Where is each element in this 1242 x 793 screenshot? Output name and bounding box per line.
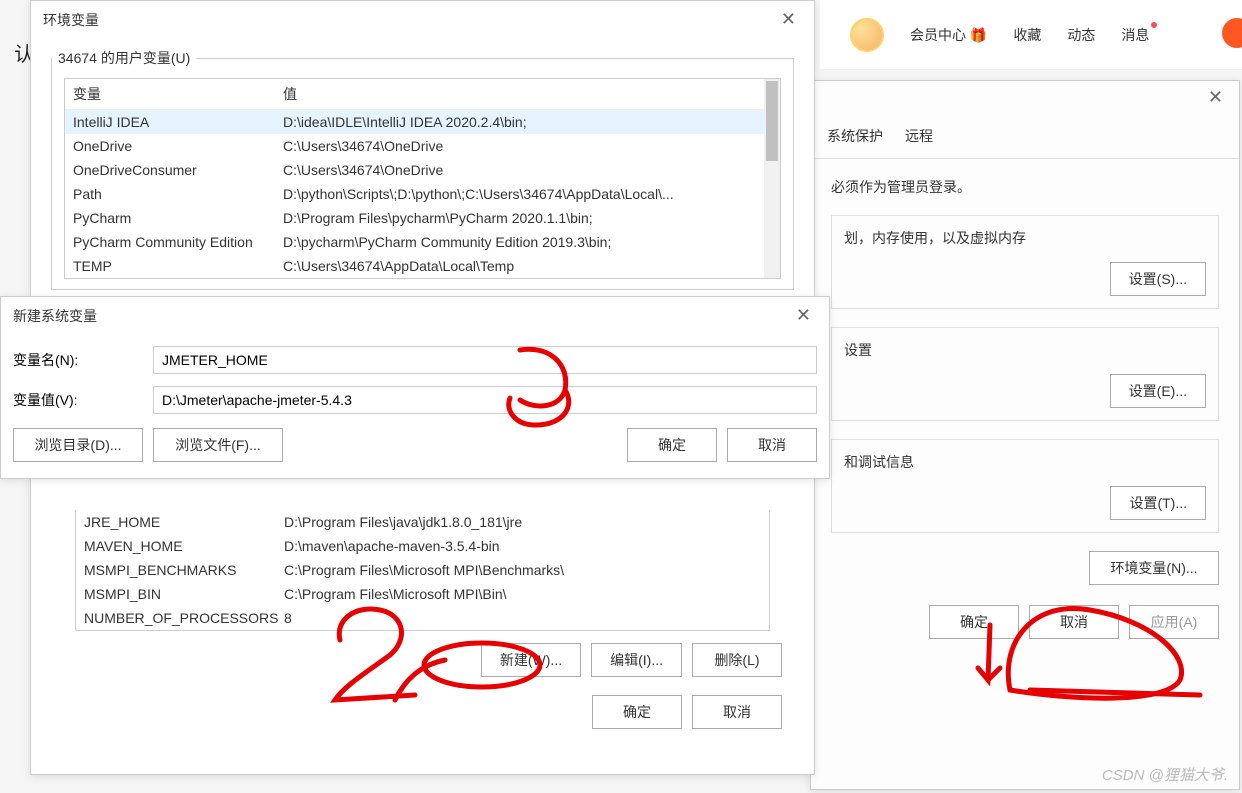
- cell-var: OneDrive: [65, 136, 275, 156]
- cell-val: D:\idea\IDLE\IntelliJ IDEA 2020.2.4\bin;: [275, 112, 780, 132]
- col-value[interactable]: 值: [275, 79, 780, 109]
- cell-val: D:\python\Scripts\;D:\python\;C:\Users\3…: [275, 184, 780, 204]
- edit-system-var-button[interactable]: 编辑(I)...: [591, 643, 682, 677]
- sysprop-cancel-button[interactable]: 取消: [1029, 605, 1119, 639]
- delete-system-var-button[interactable]: 删除(L): [692, 643, 782, 677]
- close-icon[interactable]: ✕: [775, 9, 802, 30]
- settings-s-button[interactable]: 设置(S)...: [1110, 262, 1206, 296]
- close-icon[interactable]: ✕: [790, 305, 817, 326]
- sysprop-apply-button[interactable]: 应用(A): [1129, 605, 1219, 639]
- cell-val: C:\Users\34674\OneDrive: [275, 136, 780, 156]
- cell-var: Path: [65, 184, 275, 204]
- close-icon[interactable]: ✕: [1202, 87, 1229, 108]
- cell-var: TEMP: [65, 256, 275, 276]
- cell-var: MSMPI_BENCHMARKS: [76, 560, 276, 580]
- tab-system-protect[interactable]: 系统保护: [825, 122, 885, 150]
- tab-remote[interactable]: 远程: [903, 122, 935, 150]
- browse-file-button[interactable]: 浏览文件(F)...: [153, 428, 283, 462]
- cell-val: D:\Program Files\pycharm\PyCharm 2020.1.…: [275, 208, 780, 228]
- sysprop-tabs: 系统保护 远程: [811, 114, 1239, 159]
- notification-badge[interactable]: [1222, 18, 1242, 48]
- newvar-title: 新建系统变量: [13, 306, 97, 326]
- table-row[interactable]: MSMPI_BENCHMARKSC:\Program Files\Microso…: [76, 558, 769, 582]
- cell-val: C:\Program Files\Microsoft MPI\Benchmark…: [276, 560, 769, 580]
- debug-note: 和调试信息: [844, 452, 1206, 472]
- user-variables-table[interactable]: 变量 值 IntelliJ IDEAD:\idea\IDLE\IntelliJ …: [64, 78, 781, 279]
- scroll-thumb[interactable]: [766, 81, 778, 161]
- settings-e-button[interactable]: 设置(E)...: [1110, 374, 1206, 408]
- cell-var: JRE_HOME: [76, 512, 276, 532]
- env-note: 设置: [844, 340, 1206, 360]
- cell-var: MSMPI_BIN: [76, 584, 276, 604]
- newvar-ok-button[interactable]: 确定: [627, 428, 717, 462]
- var-name-label: 变量名(N):: [13, 350, 133, 370]
- avatar[interactable]: [850, 18, 884, 52]
- env-ok-button[interactable]: 确定: [592, 695, 682, 729]
- cell-val: C:\Program Files\Microsoft MPI\Bin\: [276, 584, 769, 604]
- cell-val: D:\Program Files\java\jdk1.8.0_181\jre: [276, 512, 769, 532]
- cell-var: NUMBER_OF_PROCESSORS: [76, 608, 276, 628]
- cell-var: MAVEN_HOME: [76, 536, 276, 556]
- cell-val: C:\Users\34674\OneDrive: [275, 160, 780, 180]
- env-dialog-title: 环境变量: [43, 10, 99, 30]
- nav-activity[interactable]: 动态: [1067, 25, 1095, 45]
- perf-note: 划，内存使用，以及虚拟内存: [844, 228, 1206, 248]
- cell-var: OneDriveConsumer: [65, 160, 275, 180]
- user-variables-group: 34674 的用户变量(U) 变量 值 IntelliJ IDEAD:\idea…: [51, 48, 794, 290]
- cell-val: D:\maven\apache-maven-3.5.4-bin: [276, 536, 769, 556]
- new-system-variable-dialog: 新建系统变量 ✕ 变量名(N): 变量值(V): 浏览目录(D)... 浏览文件…: [0, 296, 830, 479]
- cell-var: IntelliJ IDEA: [65, 112, 275, 132]
- environment-variables-button[interactable]: 环境变量(N)...: [1089, 551, 1219, 585]
- table-row[interactable]: MSMPI_BINC:\Program Files\Microsoft MPI\…: [76, 582, 769, 606]
- gift-icon: 🎁: [970, 27, 987, 43]
- table-row[interactable]: OneDriveConsumerC:\Users\34674\OneDrive: [65, 158, 780, 182]
- nav-messages[interactable]: 消息: [1121, 25, 1149, 45]
- var-value-input[interactable]: [153, 386, 817, 414]
- system-variables-table[interactable]: JRE_HOMED:\Program Files\java\jdk1.8.0_1…: [75, 510, 770, 631]
- table-row[interactable]: JRE_HOMED:\Program Files\java\jdk1.8.0_1…: [76, 510, 769, 534]
- new-system-var-button[interactable]: 新建(W)...: [481, 643, 581, 677]
- cell-val: 8: [276, 608, 769, 628]
- var-name-input[interactable]: [153, 346, 817, 374]
- scrollbar[interactable]: [764, 79, 780, 278]
- user-variables-legend: 34674 的用户变量(U): [52, 48, 196, 68]
- table-row[interactable]: IntelliJ IDEAD:\idea\IDLE\IntelliJ IDEA …: [65, 110, 780, 134]
- cell-val: D:\pycharm\PyCharm Community Edition 201…: [275, 232, 780, 252]
- table-row[interactable]: PathD:\python\Scripts\;D:\python\;C:\Use…: [65, 182, 780, 206]
- var-value-label: 变量值(V):: [13, 390, 133, 410]
- table-row[interactable]: PyCharm Community EditionD:\pycharm\PyCh…: [65, 230, 780, 254]
- env-cancel-button[interactable]: 取消: [692, 695, 782, 729]
- cell-var: PyCharm: [65, 208, 275, 228]
- cell-val: C:\Users\34674\AppData\Local\Temp: [275, 256, 780, 276]
- newvar-cancel-button[interactable]: 取消: [727, 428, 817, 462]
- nav-favorites[interactable]: 收藏: [1013, 25, 1041, 45]
- col-variable[interactable]: 变量: [65, 79, 275, 109]
- settings-t-button[interactable]: 设置(T)...: [1110, 486, 1206, 520]
- browse-dir-button[interactable]: 浏览目录(D)...: [13, 428, 143, 462]
- table-row[interactable]: NUMBER_OF_PROCESSORS8: [76, 606, 769, 630]
- sysprop-ok-button[interactable]: 确定: [929, 605, 1019, 639]
- top-navbar: 会员中心 🎁 收藏 动态 消息: [820, 0, 1242, 70]
- table-row[interactable]: TEMPC:\Users\34674\AppData\Local\Temp: [65, 254, 780, 278]
- cell-var: PyCharm Community Edition: [65, 232, 275, 252]
- table-row[interactable]: MAVEN_HOMED:\maven\apache-maven-3.5.4-bi…: [76, 534, 769, 558]
- table-row[interactable]: PyCharmD:\Program Files\pycharm\PyCharm …: [65, 206, 780, 230]
- nav-member-center[interactable]: 会员中心 🎁: [910, 25, 987, 45]
- admin-note: 必须作为管理员登录。: [831, 177, 1219, 197]
- system-properties-dialog: ✕ 系统保护 远程 必须作为管理员登录。 划，内存使用，以及虚拟内存 设置(S)…: [810, 80, 1240, 790]
- table-row[interactable]: OneDriveC:\Users\34674\OneDrive: [65, 134, 780, 158]
